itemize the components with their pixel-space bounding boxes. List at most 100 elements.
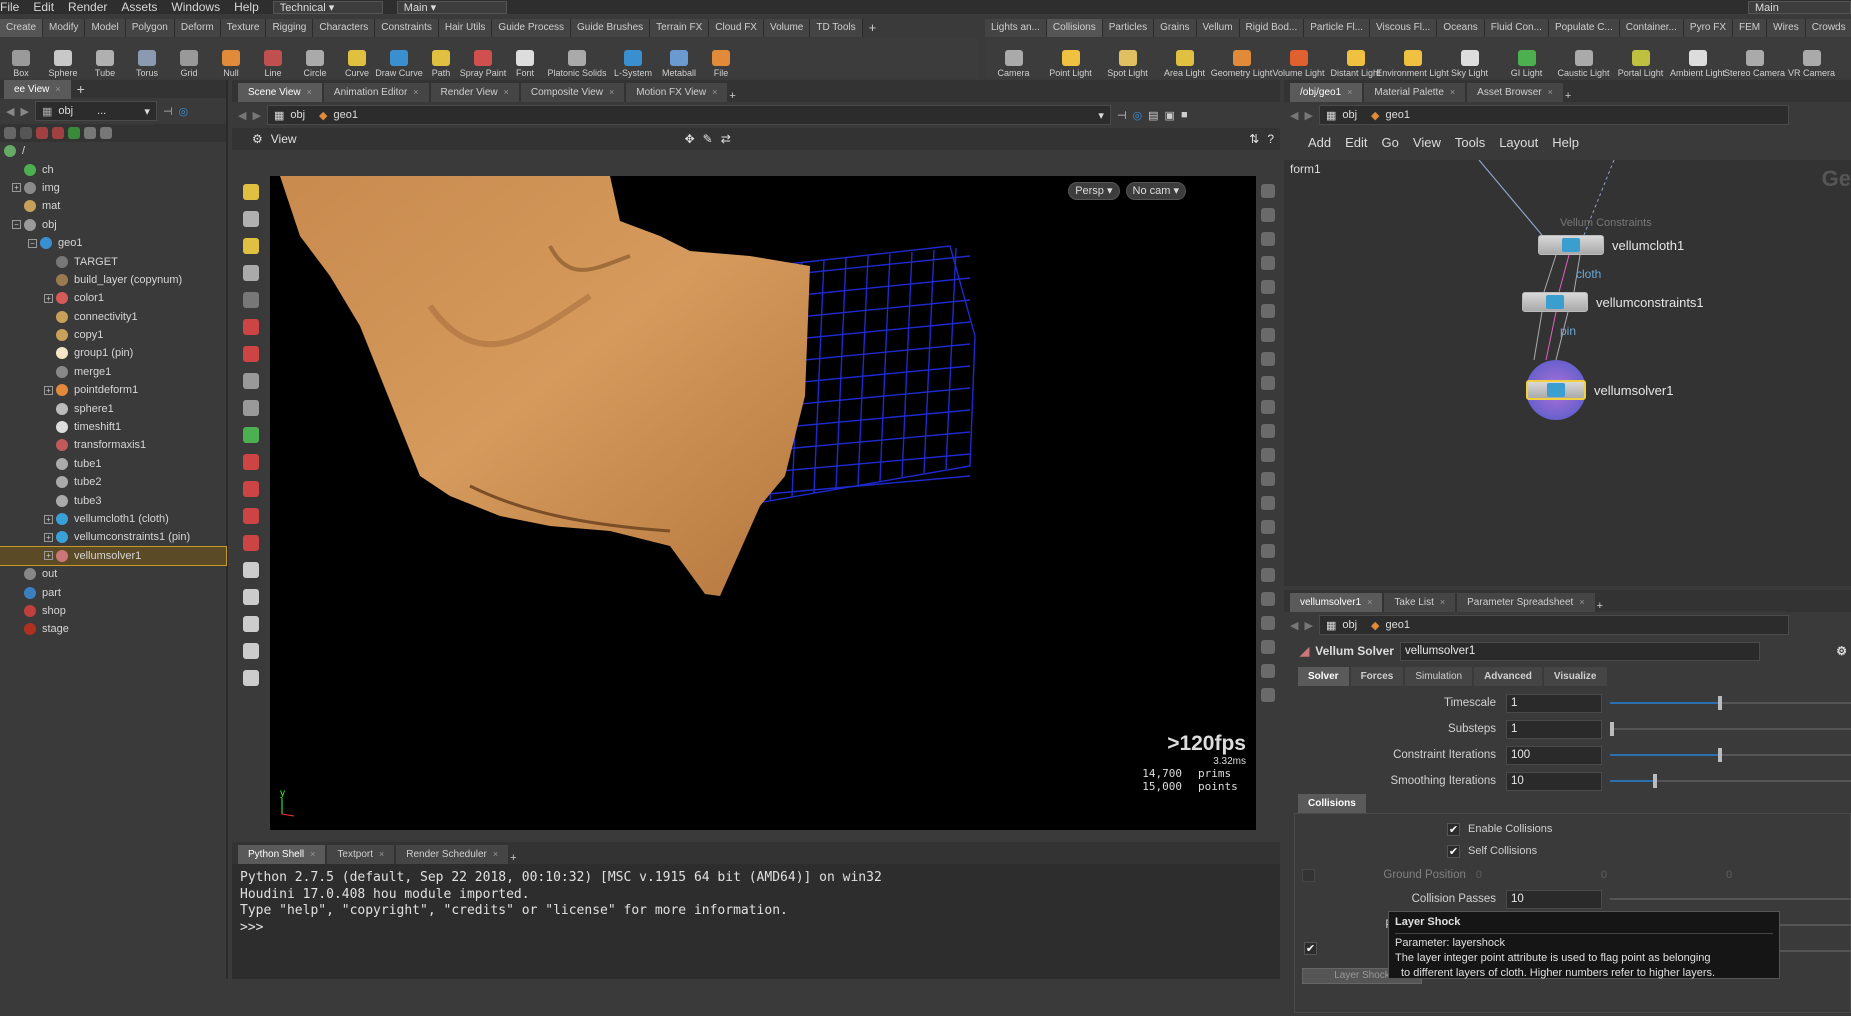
net-menu-tools[interactable]: Tools: [1455, 135, 1485, 150]
camera-menu[interactable]: No cam ▾: [1125, 182, 1186, 200]
tree-node-vellumsolver1[interactable]: + vellumsolver1: [0, 545, 227, 567]
tab-animation-editor[interactable]: Animation Editor ×: [323, 83, 429, 102]
param-tab-forces[interactable]: Forces: [1350, 667, 1404, 686]
shelf-tab[interactable]: Particles: [1102, 19, 1155, 37]
tree-node-shop[interactable]: shop: [0, 602, 226, 620]
tool-camera[interactable]: Camera: [985, 38, 1042, 78]
shelf-tab[interactable]: Populate C...: [1548, 19, 1620, 37]
shelf-tab[interactable]: Collisions: [1046, 19, 1103, 37]
viewport-tool-icon[interactable]: [243, 535, 259, 551]
add-tab-icon[interactable]: +: [1565, 90, 1571, 102]
close-icon[interactable]: ×: [493, 845, 498, 864]
tab-parameter-spreadsheet[interactable]: Parameter Spreadsheet ×: [1457, 593, 1595, 612]
desktop-select[interactable]: Technical ▾: [272, 0, 383, 14]
tool-circle[interactable]: Circle: [294, 38, 336, 78]
close-icon[interactable]: ×: [609, 83, 614, 102]
tool-path[interactable]: Path: [420, 38, 462, 78]
pin-icon[interactable]: ⊣: [163, 105, 173, 118]
tree-node-mat[interactable]: mat: [0, 197, 226, 215]
tree-tool-icon[interactable]: [68, 127, 80, 139]
tree-node-vellumconstraints1[interactable]: + vellumconstraints1 (pin): [0, 528, 226, 546]
close-icon[interactable]: ×: [1579, 593, 1584, 612]
tree-node-connectivity1[interactable]: connectivity1: [0, 308, 226, 326]
shelf-tab[interactable]: Characters: [313, 19, 376, 37]
shelf-tab[interactable]: Guide Process: [492, 19, 572, 37]
display-option-icon[interactable]: [1261, 640, 1275, 654]
tree-node-geo1[interactable]: − geo1: [0, 234, 226, 252]
viewport-tool-icon[interactable]: [243, 481, 259, 497]
close-icon[interactable]: ×: [504, 83, 509, 102]
link-icon[interactable]: ◎: [179, 105, 189, 118]
tree-node-vellumcloth1[interactable]: + vellumcloth1 (cloth): [0, 510, 226, 528]
param-value-field[interactable]: 1: [1506, 693, 1602, 713]
viewport-tool-icon[interactable]: [243, 346, 259, 362]
tree-node-color1[interactable]: + color1: [0, 289, 226, 307]
tab-composite-view[interactable]: Composite View ×: [520, 83, 625, 102]
expand-icon[interactable]: +: [44, 532, 53, 542]
tool-null[interactable]: Null: [210, 38, 252, 78]
tab-render-scheduler[interactable]: Render Scheduler ×: [396, 845, 509, 864]
slider-handle[interactable]: [1718, 748, 1723, 762]
shelf-tab[interactable]: Viscous Fl...: [1370, 19, 1438, 37]
forward-icon[interactable]: ▶: [20, 105, 28, 118]
shelf-tab[interactable]: FEM: [1733, 19, 1768, 37]
param-value-field[interactable]: 1: [1506, 719, 1602, 739]
add-tab-icon[interactable]: +: [510, 852, 516, 864]
tree-node-tube2[interactable]: tube2: [0, 473, 226, 491]
tool-spot-light[interactable]: Spot Light: [1099, 38, 1156, 78]
tree-node-build_layer[interactable]: build_layer (copynum): [0, 271, 226, 289]
tree-tool-icon[interactable]: [52, 127, 64, 139]
tool-platonic-solids[interactable]: Platonic Solids: [546, 38, 608, 78]
python-shell-output[interactable]: Python 2.7.5 (default, Sep 22 2018, 00:1…: [232, 864, 1280, 942]
net-menu-edit[interactable]: Edit: [1345, 135, 1367, 150]
expand-icon[interactable]: +: [44, 293, 53, 303]
tab-tree-view[interactable]: ee View ×: [4, 79, 71, 99]
viewport-tool-icon[interactable]: [243, 238, 259, 254]
viewport-tool-icon[interactable]: [243, 589, 259, 605]
tool-spray-paint[interactable]: Spray Paint: [460, 38, 506, 78]
display-option-icon[interactable]: [1261, 184, 1275, 198]
tree-node-TARGET[interactable]: TARGET: [0, 252, 226, 270]
viewport-tool-icon[interactable]: [243, 562, 259, 578]
tab-render-view[interactable]: Render View ×: [430, 83, 519, 102]
collapse-icon[interactable]: −: [12, 220, 21, 230]
shelf-tab[interactable]: Lights an...: [985, 19, 1047, 37]
display-option-icon[interactable]: [1261, 688, 1275, 702]
tree-node-timeshift1[interactable]: timeshift1: [0, 418, 226, 436]
display-option-icon[interactable]: [1261, 424, 1275, 438]
close-icon[interactable]: ×: [1440, 593, 1445, 612]
shelf-tab[interactable]: Wires: [1767, 19, 1806, 37]
param-tab-solver[interactable]: Solver: [1298, 667, 1349, 686]
shelf-tab[interactable]: Crowds: [1805, 19, 1851, 37]
checkbox[interactable]: ✔: [1447, 844, 1460, 858]
tool-grid[interactable]: Grid: [168, 38, 210, 78]
shelf-tab[interactable]: Constraints: [375, 19, 439, 37]
viewport-tool-icon[interactable]: [243, 211, 259, 227]
param-tab-advanced[interactable]: Advanced: [1474, 667, 1542, 686]
tool-stereo-camera[interactable]: Stereo Camera: [1724, 38, 1785, 78]
gear-icon[interactable]: ⚙: [1836, 644, 1847, 658]
tree-path-field[interactable]: ▦ obj... ▾: [34, 101, 157, 121]
back-icon[interactable]: ◀: [1290, 619, 1298, 632]
close-icon[interactable]: ×: [1367, 593, 1372, 612]
tree-node-ch[interactable]: ch: [0, 160, 226, 178]
link-icon[interactable]: ◎: [1133, 109, 1143, 122]
shelf-tab[interactable]: TD Tools: [810, 19, 863, 37]
collisions-tab[interactable]: Collisions: [1298, 794, 1366, 813]
forward-icon[interactable]: ▶: [1304, 619, 1312, 632]
tree-node-pointdeform1[interactable]: + pointdeform1: [0, 381, 226, 399]
shelf-tab[interactable]: Rigid Bod...: [1239, 19, 1305, 37]
tab-textport[interactable]: Textport ×: [327, 845, 395, 864]
tree-node-stage[interactable]: stage: [0, 620, 226, 638]
display-option-icon[interactable]: [1261, 352, 1275, 366]
workspace-select[interactable]: Main ▾: [396, 0, 507, 14]
tab-scene-view[interactable]: Scene View ×: [238, 83, 322, 102]
shelf-tab[interactable]: Rigging: [266, 19, 314, 37]
slider-handle[interactable]: [1718, 696, 1723, 710]
tool-sky-light[interactable]: Sky Light: [1441, 38, 1498, 78]
expand-icon[interactable]: +: [44, 385, 53, 395]
display-option-icon[interactable]: [1261, 472, 1275, 486]
tool-box[interactable]: Box: [0, 38, 42, 78]
tab-asset-browser[interactable]: Asset Browser ×: [1467, 83, 1563, 102]
shelf-tab[interactable]: Hair Utils: [438, 19, 493, 37]
